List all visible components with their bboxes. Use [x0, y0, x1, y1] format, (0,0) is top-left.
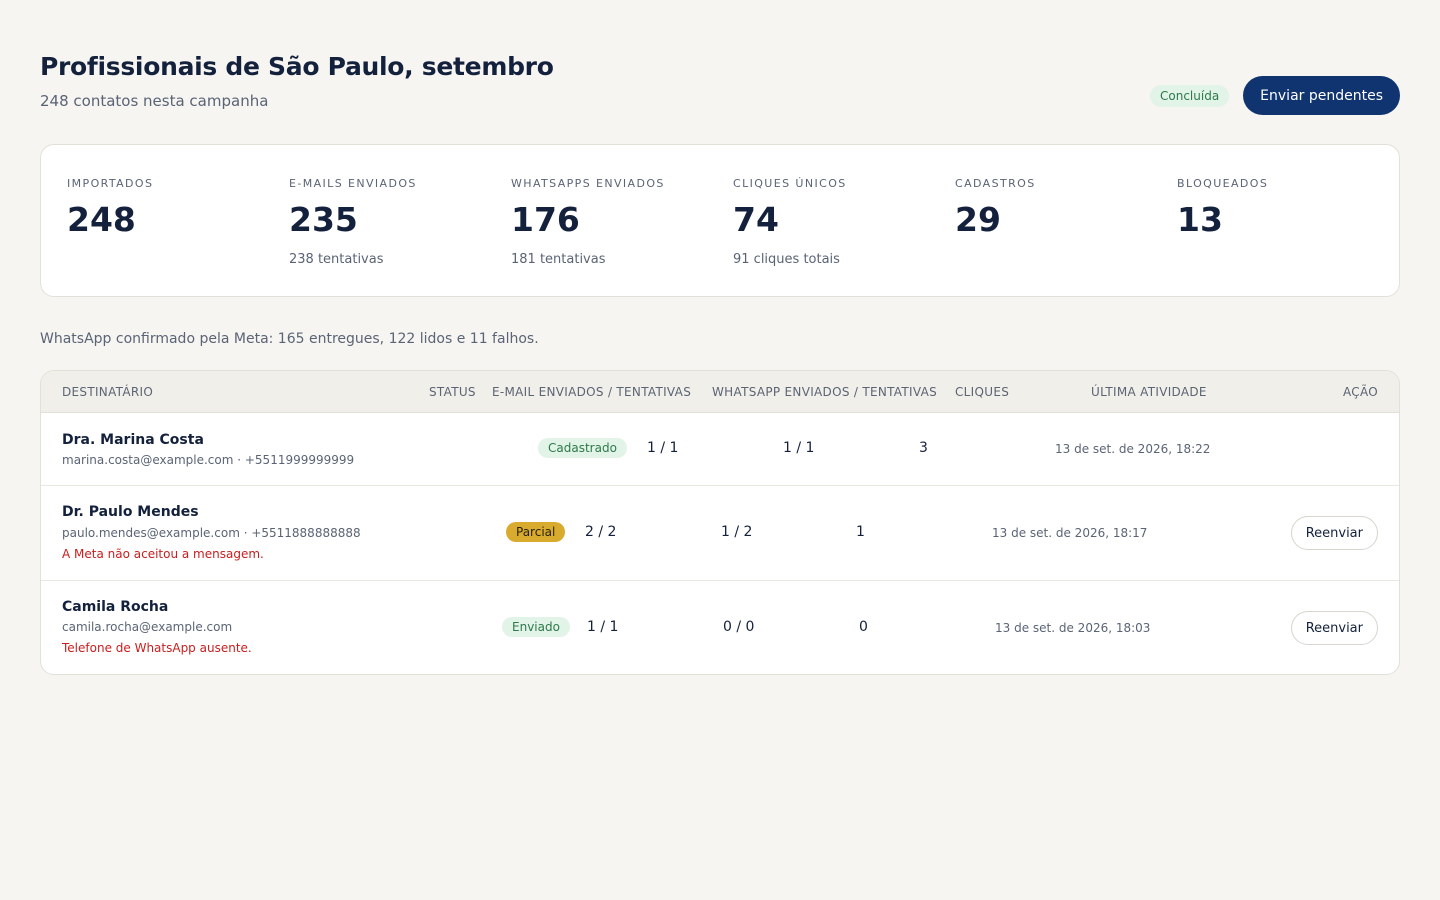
- whatsapp-count: 0 / 0: [723, 619, 755, 635]
- stat-signups: CADASTROS 29: [955, 177, 1177, 240]
- page-title: Profissionais de São Paulo, setembro: [40, 52, 554, 81]
- stat-label: WHATSAPPS ENVIADOS: [511, 177, 665, 190]
- stats-card: IMPORTADOS 248 E-MAILS ENVIADOS 235 238 …: [40, 144, 1400, 297]
- stat-whatsapps-sent: WHATSAPPS ENVIADOS 176 181 tentativas: [511, 177, 733, 267]
- stat-value: 248: [67, 200, 136, 239]
- whatsapp-meta-note: WhatsApp confirmado pela Meta: 165 entre…: [40, 331, 539, 347]
- column-header-clicks: CLIQUES: [955, 385, 1010, 399]
- last-activity: 13 de set. de 2026, 18:03: [995, 621, 1151, 635]
- stat-value: 29: [955, 200, 1001, 239]
- email-count: 1 / 1: [647, 440, 679, 456]
- campaign-page: Profissionais de São Paulo, setembro 248…: [0, 0, 1440, 900]
- column-header-recipient: DESTINATÁRIO: [62, 385, 154, 399]
- status-badge: Parcial: [506, 522, 566, 542]
- stat-imported: IMPORTADOS 248: [67, 177, 289, 240]
- table-row: Dra. Marina Costa marina.costa@example.c…: [41, 413, 1399, 486]
- stat-label: IMPORTADOS: [67, 177, 154, 190]
- stat-label: E-MAILS ENVIADOS: [289, 177, 417, 190]
- recipient-contact: paulo.mendes@example.com · +551188888888…: [62, 526, 361, 540]
- recipient-name: Camila Rocha: [62, 599, 169, 615]
- header-actions: Concluída Enviar pendentes: [1150, 76, 1400, 115]
- delivery-error: Telefone de WhatsApp ausente.: [62, 641, 252, 655]
- page-subtitle: 248 contatos nesta campanha: [40, 92, 269, 110]
- recipient-name: Dr. Paulo Mendes: [62, 504, 199, 520]
- stat-label: BLOQUEADOS: [1177, 177, 1269, 190]
- last-activity: 13 de set. de 2026, 18:17: [992, 526, 1148, 540]
- status-badge: Enviado: [502, 617, 570, 637]
- stat-value: 13: [1177, 200, 1223, 239]
- stat-blocked: BLOQUEADOS 13: [1177, 177, 1399, 240]
- delivery-error: A Meta não aceitou a mensagem.: [62, 547, 264, 561]
- last-activity: 13 de set. de 2026, 18:22: [1055, 442, 1211, 456]
- stat-value: 176: [511, 200, 580, 239]
- whatsapp-count: 1 / 1: [783, 440, 815, 456]
- clicks-count: 0: [859, 619, 868, 635]
- table-row: Camila Rocha camila.rocha@example.com Te…: [41, 581, 1399, 674]
- recipient-name: Dra. Marina Costa: [62, 432, 204, 448]
- stat-unique-clicks: CLIQUES ÚNICOS 74 91 cliques totais: [733, 177, 955, 267]
- stat-sub: 181 tentativas: [511, 252, 606, 267]
- stat-sub: 91 cliques totais: [733, 252, 840, 267]
- page-header: Profissionais de São Paulo, setembro 248…: [40, 0, 1400, 144]
- clicks-count: 3: [919, 440, 928, 456]
- campaign-status-badge: Concluída: [1150, 84, 1230, 107]
- stat-label: CADASTROS: [955, 177, 1036, 190]
- whatsapp-count: 1 / 2: [721, 524, 753, 540]
- column-header-action: AÇÃO: [1342, 385, 1378, 399]
- stat-sub: 238 tentativas: [289, 252, 384, 267]
- send-pending-button[interactable]: Enviar pendentes: [1243, 76, 1400, 115]
- recipient-contact: marina.costa@example.com · +551199999999…: [62, 453, 355, 467]
- resend-button[interactable]: Reenviar: [1290, 611, 1378, 645]
- resend-button[interactable]: Reenviar: [1290, 516, 1378, 550]
- column-header-last-activity: ÚLTIMA ATIVIDADE: [1091, 385, 1207, 399]
- column-header-status: STATUS: [429, 385, 476, 399]
- recipient-contact: camila.rocha@example.com: [62, 620, 233, 634]
- column-header-email: E-MAIL ENVIADOS / TENTATIVAS: [492, 385, 692, 399]
- table-header: DESTINATÁRIO STATUS E-MAIL ENVIADOS / TE…: [41, 371, 1399, 413]
- stat-label: CLIQUES ÚNICOS: [733, 177, 847, 190]
- stat-value: 235: [289, 200, 358, 239]
- stat-emails-sent: E-MAILS ENVIADOS 235 238 tentativas: [289, 177, 511, 267]
- stat-value: 74: [733, 200, 779, 239]
- email-count: 2 / 2: [585, 524, 617, 540]
- column-header-whatsapp: WHATSAPP ENVIADOS / TENTATIVAS: [712, 385, 938, 399]
- email-count: 1 / 1: [587, 619, 619, 635]
- status-badge: Cadastrado: [538, 438, 627, 458]
- recipients-table: DESTINATÁRIO STATUS E-MAIL ENVIADOS / TE…: [40, 370, 1400, 675]
- clicks-count: 1: [856, 524, 865, 540]
- table-row: Dr. Paulo Mendes paulo.mendes@example.co…: [41, 486, 1399, 581]
